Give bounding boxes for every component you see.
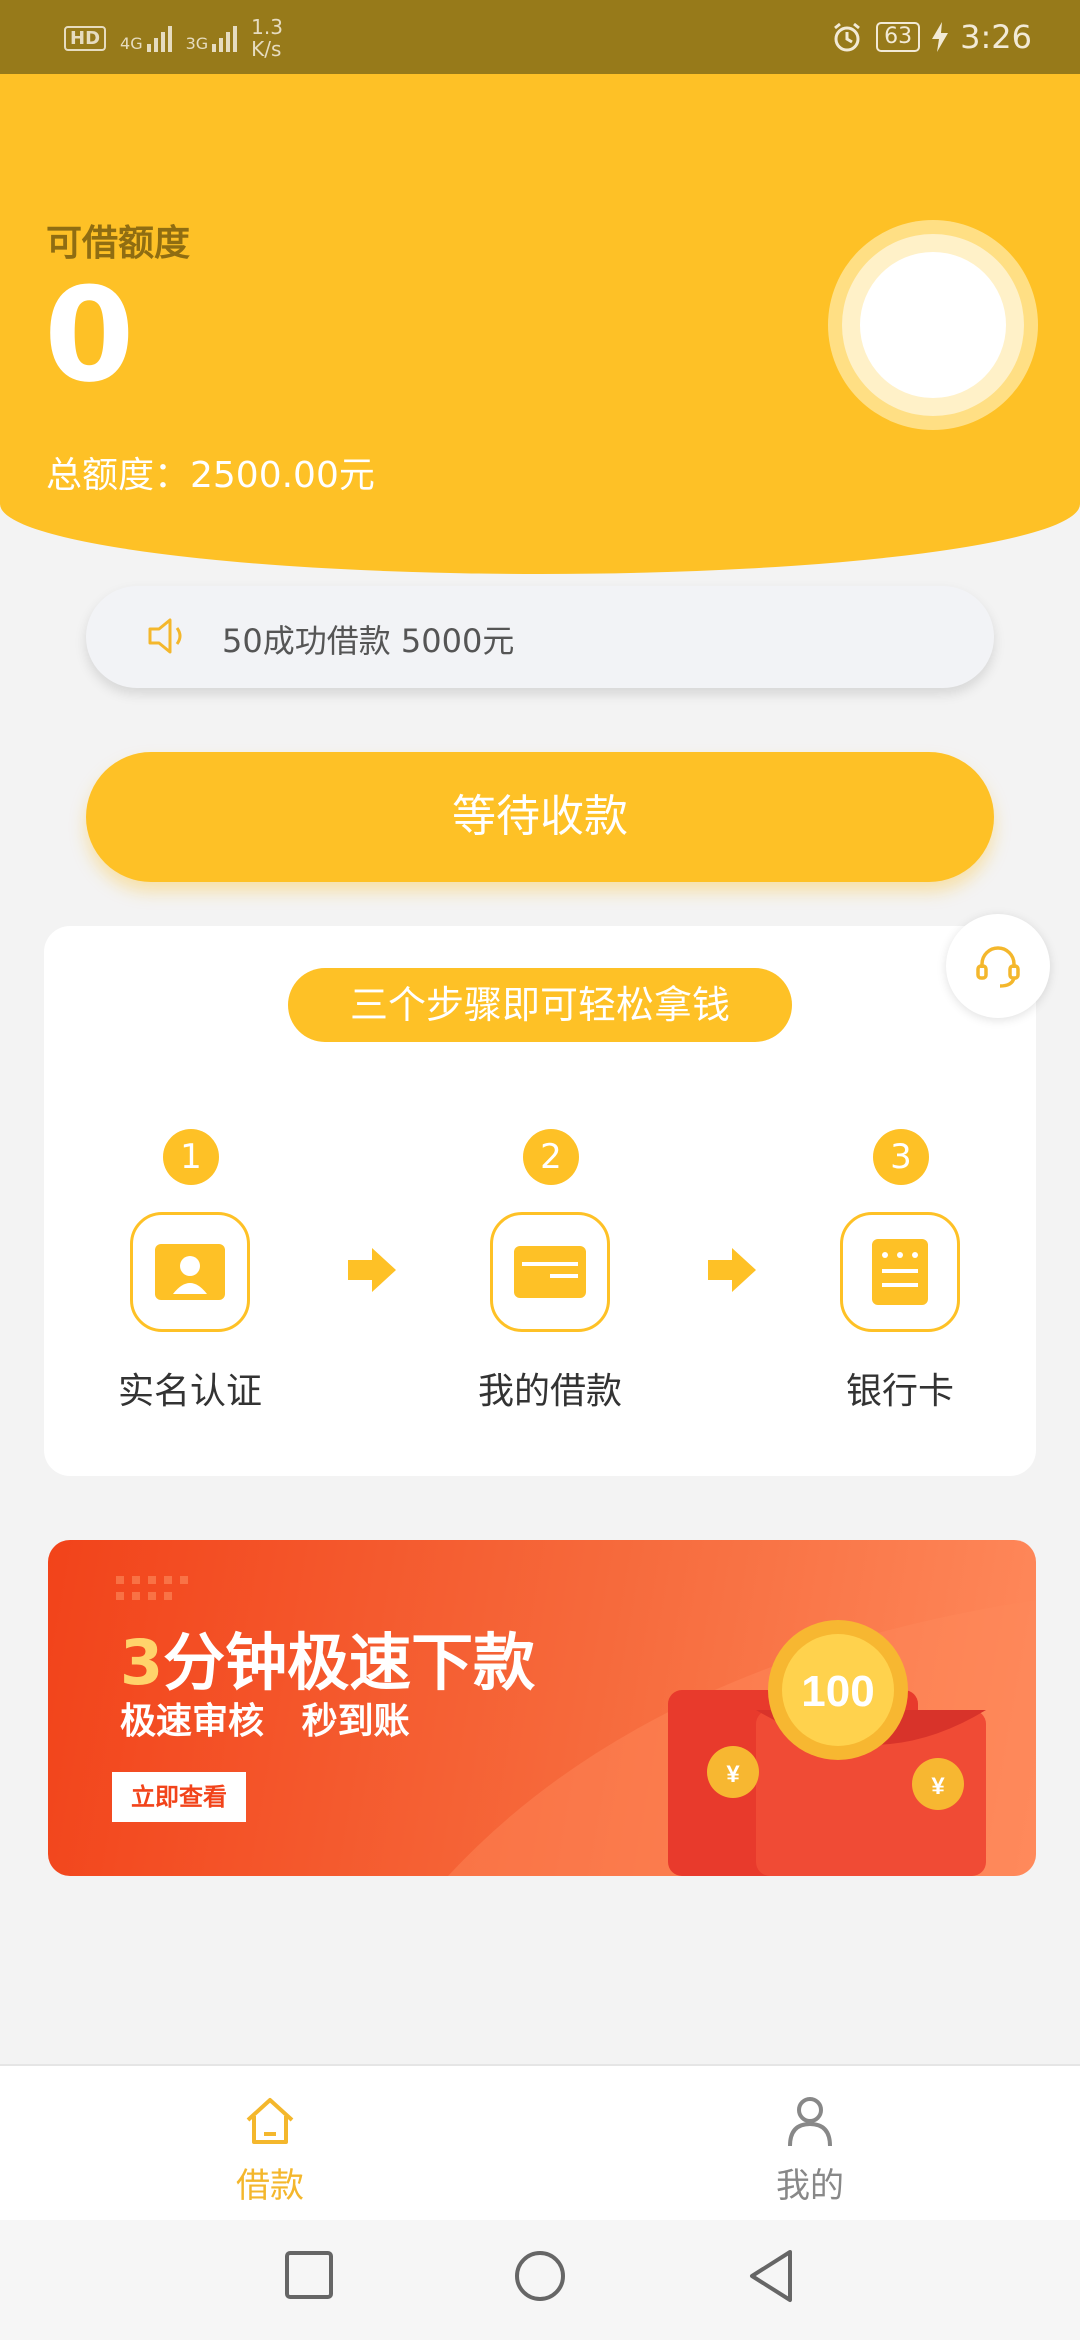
step-loan-button[interactable] bbox=[490, 1212, 610, 1332]
signal-bars-icon bbox=[212, 24, 238, 52]
card-icon bbox=[514, 1246, 586, 1298]
id-card-icon bbox=[155, 1244, 225, 1300]
yen-coin-right: ¥ bbox=[931, 1773, 945, 1800]
decorative-circle-inner bbox=[860, 252, 1006, 398]
document-icon bbox=[872, 1239, 928, 1305]
coin-text: 100 bbox=[801, 1667, 874, 1716]
charging-icon bbox=[932, 22, 949, 52]
step-label-2: 我的借款 bbox=[477, 1371, 622, 1412]
step-label-1: 实名认证 bbox=[117, 1371, 262, 1412]
nav-mine-label: 我的 bbox=[776, 2166, 844, 2206]
nav-loan[interactable]: 借款 bbox=[170, 2094, 370, 2207]
nav-mine[interactable]: 我的 bbox=[710, 2094, 910, 2207]
back-icon[interactable] bbox=[746, 2248, 796, 2304]
step-bankcard-button[interactable] bbox=[840, 1212, 960, 1332]
alarm-icon bbox=[834, 22, 861, 52]
banner-subtitle: 极速审核 秒到账 bbox=[120, 1701, 410, 1742]
total-credit: 总额度：2500.00元 bbox=[46, 455, 375, 496]
step-number-2: 2 bbox=[523, 1129, 579, 1185]
step-label-3: 银行卡 bbox=[845, 1371, 954, 1412]
speaker-icon bbox=[148, 618, 182, 654]
system-navigation-bar bbox=[0, 2220, 1080, 2340]
headset-icon bbox=[976, 946, 1020, 988]
status-bar-right: 63 3:26 bbox=[830, 14, 1032, 60]
view-now-button[interactable]: 立即查看 bbox=[112, 1772, 246, 1822]
home-icon bbox=[246, 2098, 294, 2144]
notice-marquee[interactable]: 50成功借款 5000元 bbox=[86, 586, 994, 688]
step-number-3: 3 bbox=[873, 1129, 929, 1185]
step-number-1: 1 bbox=[163, 1129, 219, 1185]
await-payment-button[interactable]: 等待收款 bbox=[86, 752, 994, 882]
nav-loan-label: 借款 bbox=[236, 2166, 304, 2206]
yen-coin-left: ¥ bbox=[726, 1761, 740, 1788]
network-speed: 1.3 K/s bbox=[251, 15, 283, 61]
available-credit-value: 0 bbox=[44, 259, 135, 411]
recents-icon[interactable] bbox=[284, 2250, 334, 2300]
arrow-right-icon bbox=[708, 1248, 756, 1292]
step-realname-button[interactable] bbox=[130, 1212, 250, 1332]
signal-2: 3G bbox=[186, 24, 238, 52]
promo-banner[interactable]: 100 ¥ ¥ 3分钟极速下款 极速审核 秒到账 立即查看 bbox=[48, 1540, 1036, 1876]
hd-badge: HD bbox=[64, 25, 107, 51]
battery-level: 63 bbox=[876, 22, 921, 52]
arrow-right-icon bbox=[348, 1248, 396, 1292]
customer-service-button[interactable] bbox=[946, 914, 1050, 1018]
bottom-nav: 借款 我的 bbox=[0, 2064, 1080, 2222]
user-icon bbox=[788, 2097, 832, 2147]
signal-bars-icon bbox=[146, 24, 172, 52]
steps-title: 三个步骤即可轻松拿钱 bbox=[288, 968, 792, 1042]
home-circle-icon[interactable] bbox=[514, 2250, 566, 2302]
clock: 3:26 bbox=[960, 18, 1032, 56]
status-bar-left: HD 4G 3G 1.3 K/s bbox=[64, 15, 283, 61]
notice-text: 50成功借款 5000元 bbox=[222, 622, 515, 660]
signal-1: 4G bbox=[120, 24, 172, 52]
banner-title: 3分钟极速下款 bbox=[120, 1626, 536, 1699]
